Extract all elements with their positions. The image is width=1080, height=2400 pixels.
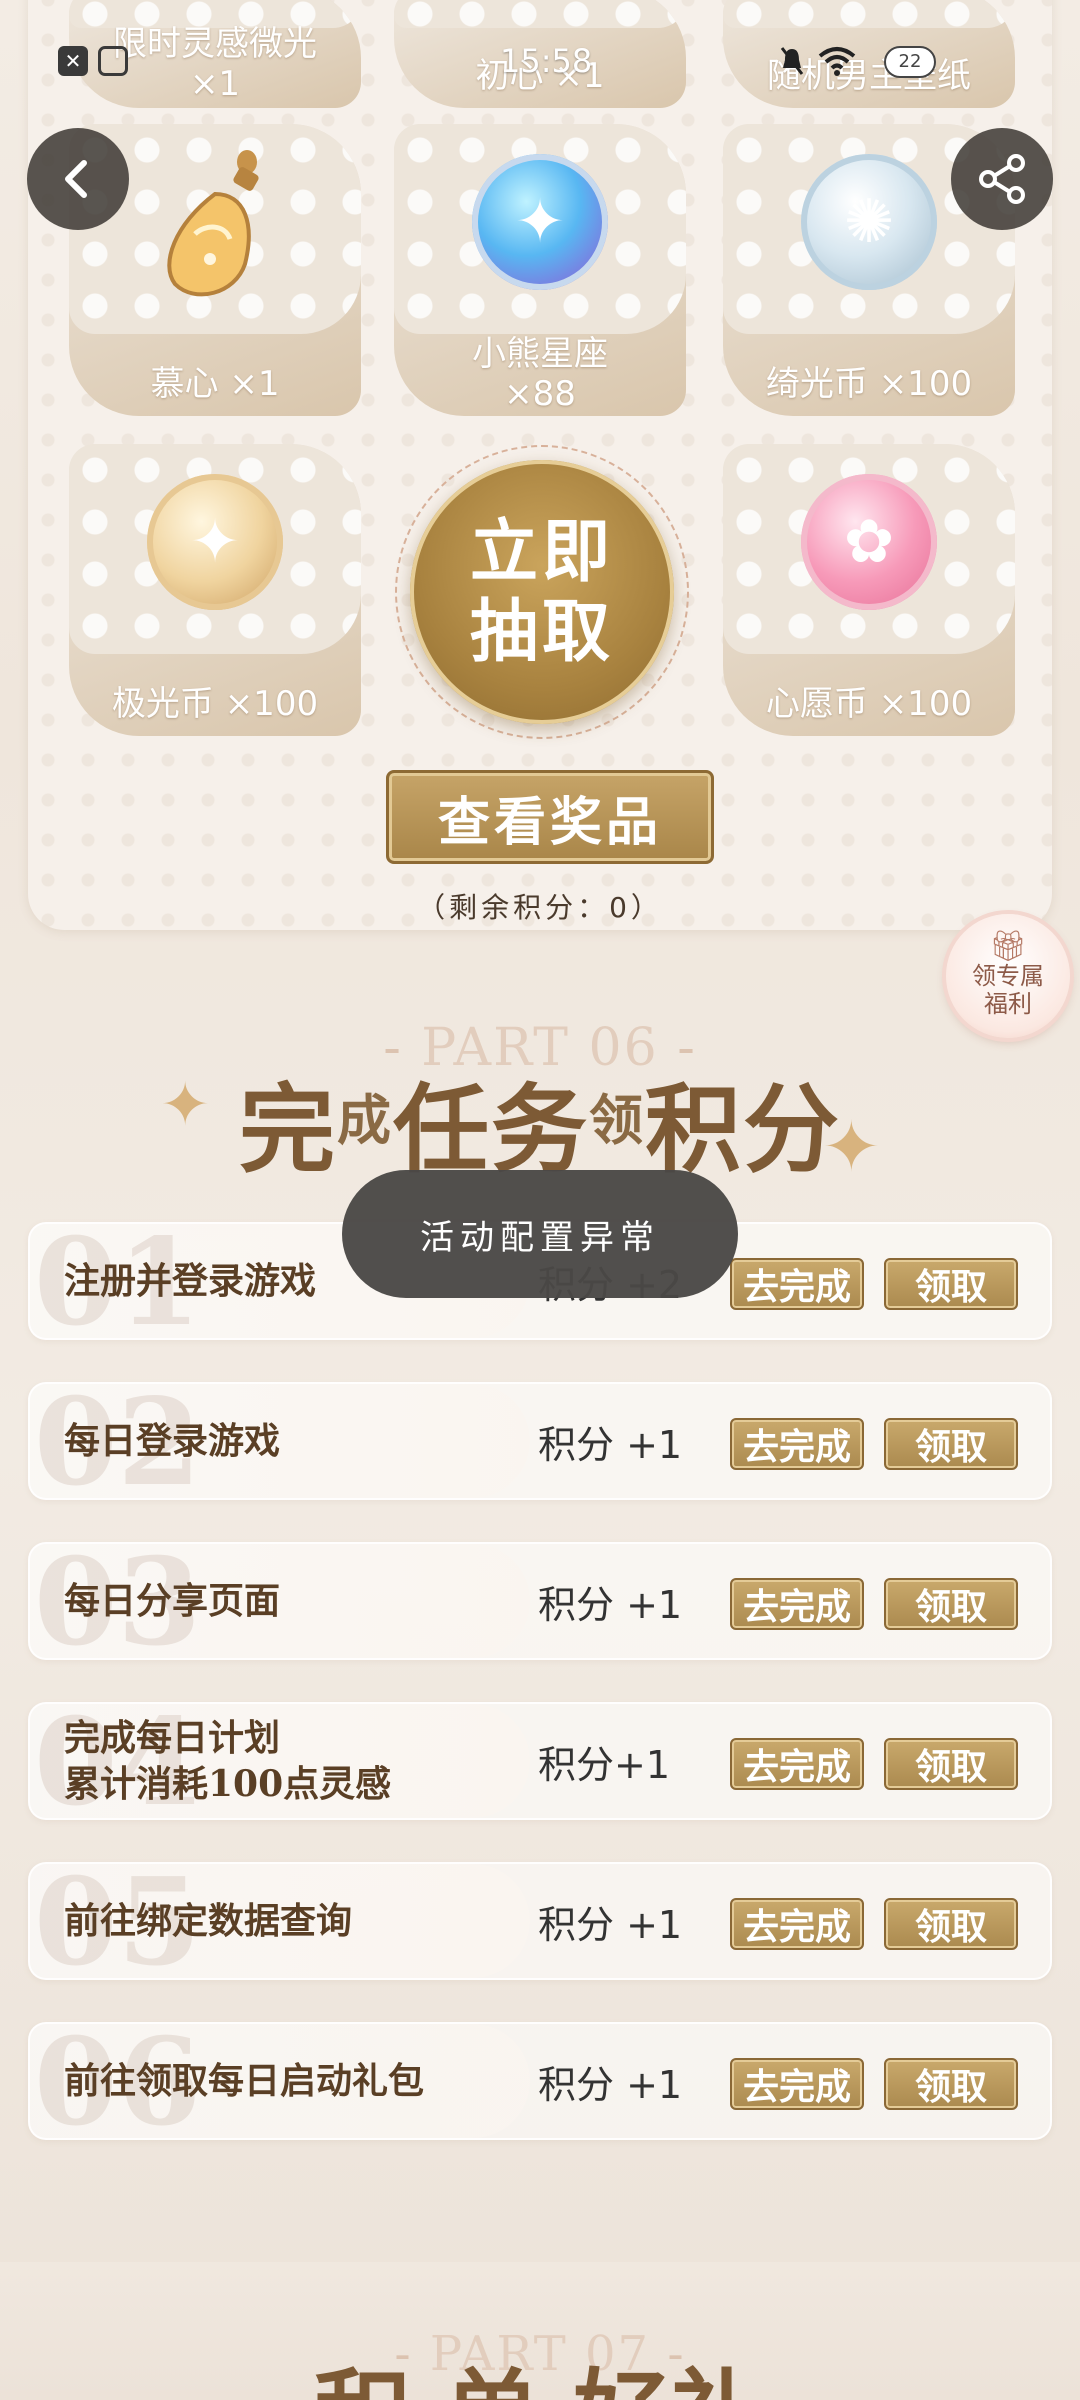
prize-label: 小熊星座 ×88 [472, 334, 608, 414]
sakura-coin-icon: ✿ [801, 474, 937, 610]
goto-complete-button[interactable]: 去完成 [730, 2058, 864, 2110]
mute-bell-icon [780, 47, 804, 75]
claim-button[interactable]: 领取 [884, 2058, 1018, 2110]
status-time: 15:58 [500, 42, 593, 80]
title-part: 成 [337, 1088, 393, 1152]
status-bar: ✕ 15:58 22 [0, 38, 1080, 88]
chevron-left-icon [65, 160, 87, 198]
silver-coin-icon: ✺ [801, 154, 937, 290]
prize-tile-bg [723, 0, 1015, 28]
task-points: 积分 +1 [538, 1902, 683, 1947]
goto-complete-button[interactable]: 去完成 [730, 1258, 864, 1310]
close-notification-icon: ✕ [58, 46, 88, 76]
error-toast: 活动配置异常 [342, 1170, 738, 1298]
constellation-coin-icon: ✦ [472, 154, 608, 290]
draw-now-label-line1: 立即 [469, 512, 614, 592]
remaining-points: （剩余积分：0） [417, 891, 663, 924]
share-icon [979, 154, 1025, 204]
prize-label: 极光币 ×100 [111, 684, 319, 724]
draw-now-button[interactable]: 立即 抽取 [395, 445, 689, 739]
view-prizes-button[interactable]: 查看奖品 [386, 770, 714, 864]
prize-tile-ursa-minor[interactable]: ✦ 小熊星座 ×88 [394, 124, 686, 416]
screenshot-icon [98, 46, 128, 76]
title-part: 完 [239, 1073, 337, 1186]
draw-now-label-line2: 抽取 [469, 592, 614, 672]
task-row: 03 每日分享页面 积分 +1 去完成 领取 [28, 1538, 1052, 1668]
task-name: 完成每日计划 累计消耗100点灵感 [64, 1717, 392, 1805]
task-row: 06 前往领取每日启动礼包 积分 +1 去完成 领取 [28, 2018, 1052, 2148]
task-name: 前往领取每日启动礼包 [64, 2060, 425, 2102]
task-points: 积分 +1 [538, 1422, 683, 1467]
perfume-bottle-icon [167, 150, 259, 297]
claim-button[interactable]: 领取 [884, 1418, 1018, 1470]
goto-complete-button[interactable]: 去完成 [730, 1898, 864, 1950]
prize-tile-aurora-coin[interactable]: ✦ 极光币 ×100 [69, 444, 361, 736]
task-row: 04 完成每日计划 累计消耗100点灵感 积分+1 去完成 领取 [28, 1698, 1052, 1828]
prize-label: 慕心 ×1 [150, 364, 280, 404]
gold-coin-icon: ✦ [147, 474, 283, 610]
goto-complete-button[interactable]: 去完成 [730, 1418, 864, 1470]
claim-button[interactable]: 领取 [884, 1738, 1018, 1790]
task-name: 每日分享页面 [64, 1580, 281, 1622]
section-title: 积 单 好礼 [0, 2360, 1080, 2400]
prize-label: 心愿币 ×100 [765, 684, 973, 724]
benefit-label-line1: 领专属 [972, 962, 1044, 990]
battery-indicator: 22 [884, 46, 936, 78]
prize-label: 绮光币 ×100 [765, 364, 973, 404]
goto-complete-button[interactable]: 去完成 [730, 1738, 864, 1790]
gift-icon: 🎁︎ [988, 929, 1028, 964]
claim-button[interactable]: 领取 [884, 1578, 1018, 1630]
task-name: 每日登录游戏 [64, 1420, 281, 1462]
claim-button[interactable]: 领取 [884, 1258, 1018, 1310]
goto-complete-button[interactable]: 去完成 [730, 1578, 864, 1630]
title-part: 领 [589, 1088, 645, 1152]
claim-button[interactable]: 领取 [884, 1898, 1018, 1950]
task-points: 积分 +1 [538, 2062, 683, 2107]
prize-tile-wish-coin[interactable]: ✿ 心愿币 ×100 [723, 444, 1015, 736]
share-button[interactable] [951, 128, 1053, 230]
task-row: 05 前往绑定数据查询 积分 +1 去完成 领取 [28, 1858, 1052, 1988]
prize-tile-bg [394, 0, 686, 28]
task-points: 积分+1 [538, 1742, 671, 1787]
task-name: 前往绑定数据查询 [64, 1900, 353, 1942]
wifi-icon [818, 47, 856, 76]
benefit-label-line2: 福利 [984, 990, 1032, 1018]
task-row: 02 每日登录游戏 积分 +1 去完成 领取 [28, 1378, 1052, 1508]
task-points: 积分 +1 [538, 1582, 683, 1627]
draw-now-core: 立即 抽取 [410, 460, 674, 724]
back-button[interactable] [27, 128, 129, 230]
